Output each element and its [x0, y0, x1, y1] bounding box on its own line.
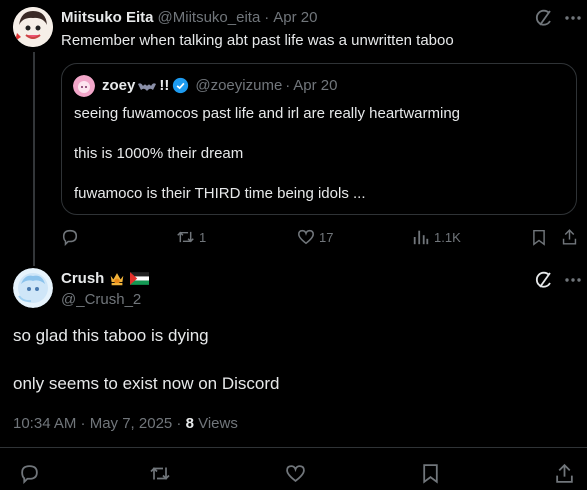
bat-emoji-icon [138, 80, 157, 92]
quote-line: seeing fuwamocos past life and irl are r… [74, 105, 461, 122]
like-icon[interactable] [285, 463, 306, 484]
repost-count: 1 [199, 229, 207, 245]
quote-line: fuwamoco is their THIRD time being idols… [74, 185, 366, 202]
like-count: 17 [319, 229, 334, 245]
flag-icon [130, 272, 150, 285]
more-icon[interactable] [563, 8, 583, 28]
more-icon[interactable] [563, 270, 583, 290]
share-icon[interactable] [554, 463, 575, 484]
grok-icon[interactable] [534, 8, 554, 28]
avatar-crush[interactable] [13, 268, 53, 308]
author-name[interactable]: Crush [61, 270, 104, 287]
divider [0, 447, 587, 448]
repost-button[interactable]: 1 [176, 228, 206, 246]
quote-date[interactable]: Apr 20 [293, 77, 337, 94]
share-icon[interactable] [561, 228, 578, 246]
author-handle[interactable]: @Miitsuko_eita [158, 9, 261, 26]
quote-tweet-card[interactable]: zoey !! @zoeyizume · Apr 20 seeing fuwam… [61, 63, 577, 215]
quote-line: this is 1000% their dream [74, 145, 244, 162]
reply-icon[interactable] [19, 463, 40, 484]
dot-separator: · [285, 77, 291, 94]
like-button[interactable]: 17 [297, 228, 333, 246]
views-label: Views [193, 415, 238, 432]
reply-icon [61, 228, 79, 246]
grok-icon[interactable] [534, 270, 554, 290]
views-icon [412, 228, 430, 246]
bookmark-icon[interactable] [531, 229, 547, 246]
avatar-miitsuko[interactable] [13, 7, 53, 47]
repost-icon[interactable] [149, 463, 171, 484]
avatar-zoey[interactable] [73, 75, 95, 97]
quote-author-handle[interactable]: @zoeyizume [195, 77, 282, 94]
repost-icon [176, 228, 195, 246]
like-icon [297, 228, 315, 246]
post-text-line: only seems to exist now on Discord [13, 374, 280, 393]
reply-button[interactable] [61, 228, 79, 246]
quote-name-suffix: !! [159, 77, 170, 94]
thread-connector-line [33, 52, 35, 266]
views-count: 1.1K [434, 229, 461, 245]
post-text: Remember when talking abt past life was … [61, 32, 454, 49]
crown-badge-icon [108, 270, 126, 287]
author-name[interactable]: Miitsuko Eita [61, 9, 154, 26]
dot-separator: · [264, 9, 270, 26]
quote-author-name[interactable]: zoey [102, 77, 135, 94]
views-count: 8 [185, 415, 194, 432]
bookmark-icon[interactable] [421, 463, 440, 484]
verified-badge-icon[interactable] [172, 77, 189, 94]
post-timestamp[interactable]: 10:34 AM · May 7, 2025 · [13, 415, 186, 432]
author-handle[interactable]: @_Crush_2 [61, 291, 141, 308]
views-button[interactable]: 1.1K [412, 228, 461, 246]
post-date[interactable]: Apr 20 [273, 9, 317, 26]
post-text-line: so glad this taboo is dying [13, 326, 209, 345]
